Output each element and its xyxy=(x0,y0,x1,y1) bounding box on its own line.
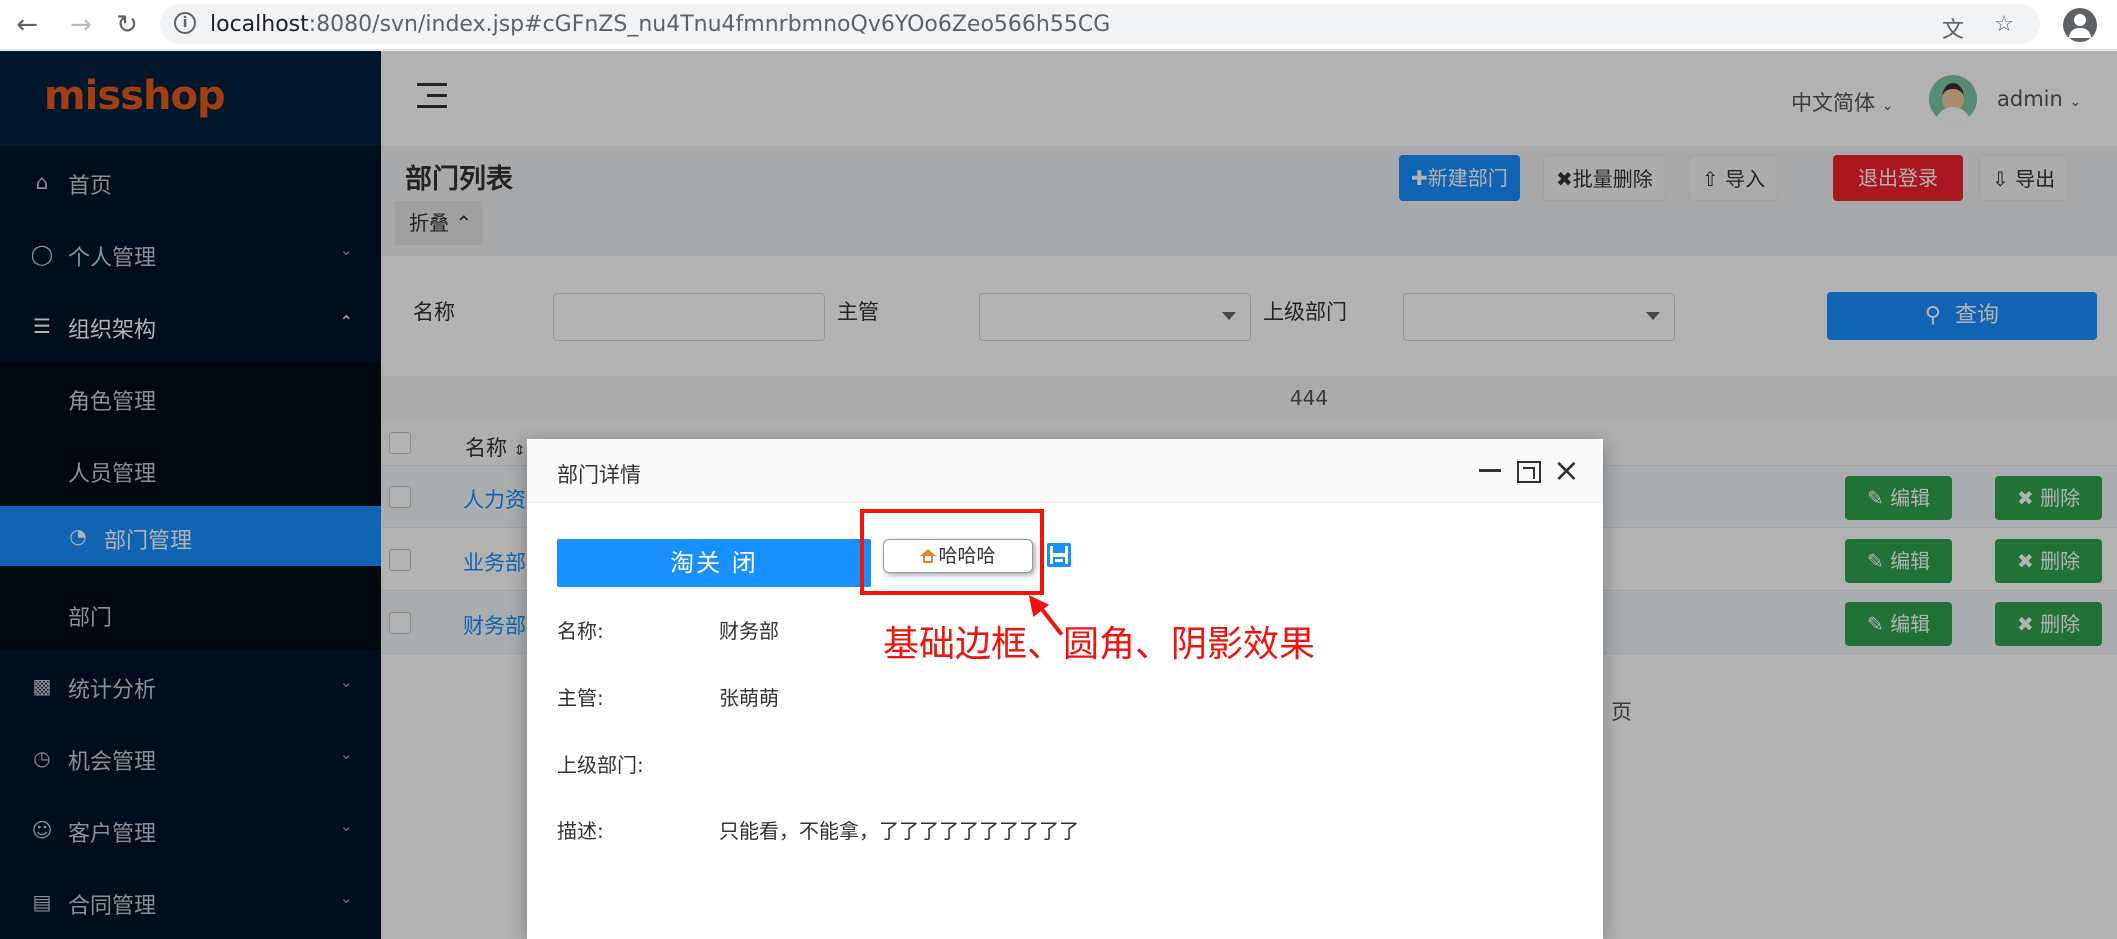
field-label-name: 名称: xyxy=(557,619,604,643)
address-bar[interactable]: i localhost:8080/svn/index.jsp#cGFnZS_nu… xyxy=(160,4,2040,44)
department-detail-modal: 部门详情 × 淘关 闭 哈哈哈 基础边框、圆角、阴影效果 名称: 财务部 主管:… xyxy=(527,439,1603,939)
close-button[interactable]: 淘关 闭 xyxy=(557,539,871,587)
annotation-highlight-box xyxy=(860,509,1044,595)
reload-icon[interactable]: ↻ xyxy=(110,8,144,42)
translate-icon[interactable]: 文 xyxy=(1942,12,1964,44)
field-label-manager: 主管: xyxy=(557,686,604,710)
site-info-icon[interactable]: i xyxy=(174,12,196,34)
close-icon[interactable]: × xyxy=(1553,454,1580,486)
modal-header: 部门详情 × xyxy=(527,439,1603,503)
browser-profile-icon[interactable] xyxy=(2063,8,2097,42)
forward-icon[interactable]: → xyxy=(64,8,98,42)
field-value-description: 只能看，不能拿，了了了了了了了了了了 xyxy=(719,819,1079,843)
browser-toolbar: ← → ↻ i localhost:8080/svn/index.jsp#cGF… xyxy=(0,0,2117,50)
modal-title: 部门详情 xyxy=(557,463,641,487)
annotation-text: 基础边框、圆角、阴影效果 xyxy=(883,624,1316,665)
field-label-parent: 上级部门: xyxy=(557,753,644,777)
url-text: localhost:8080/svn/index.jsp#cGFnZS_nu4T… xyxy=(210,12,1111,37)
minimize-icon[interactable] xyxy=(1477,457,1503,483)
field-value-manager: 张萌萌 xyxy=(719,686,779,710)
save-icon[interactable] xyxy=(1047,543,1071,567)
field-label-description: 描述: xyxy=(557,819,604,843)
bookmark-star-icon[interactable]: ☆ xyxy=(1994,12,2014,37)
back-icon[interactable]: ← xyxy=(10,8,44,42)
maximize-icon[interactable] xyxy=(1515,457,1541,483)
field-value-name: 财务部 xyxy=(719,619,779,643)
